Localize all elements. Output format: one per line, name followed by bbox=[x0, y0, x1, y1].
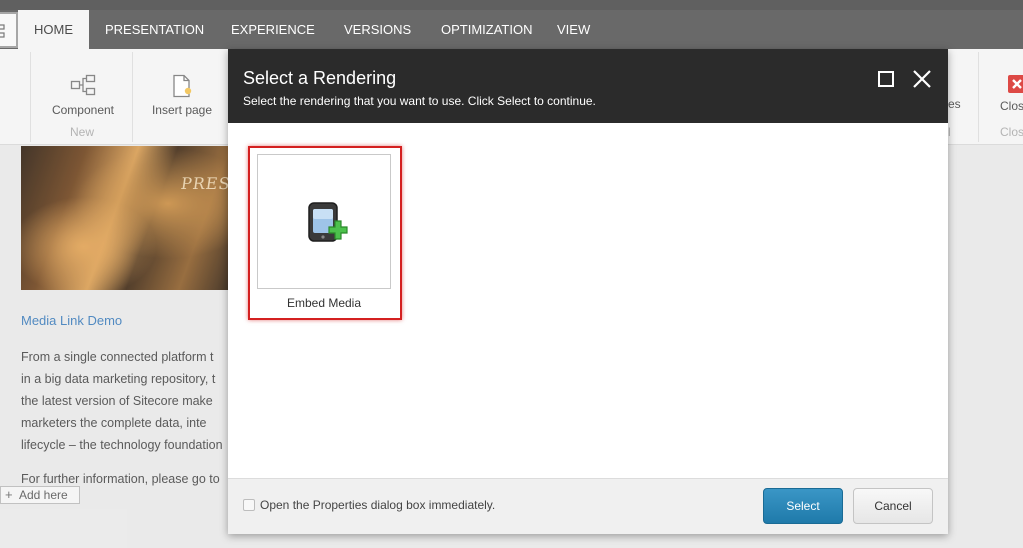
dialog-body: Embed Media bbox=[228, 123, 948, 478]
cancel-button[interactable]: Cancel bbox=[853, 488, 933, 524]
dialog-footer: Open the Properties dialog box immediate… bbox=[228, 478, 948, 534]
open-properties-checkbox[interactable] bbox=[243, 499, 255, 511]
dialog-header: Select a Rendering Select the rendering … bbox=[228, 49, 948, 123]
dialog-subtitle: Select the rendering that you want to us… bbox=[243, 94, 596, 108]
open-properties-label[interactable]: Open the Properties dialog box immediate… bbox=[260, 498, 495, 512]
rendering-tile-embed-media[interactable] bbox=[257, 154, 391, 289]
close-icon[interactable] bbox=[912, 69, 932, 89]
rendering-tile-label: Embed Media bbox=[286, 296, 362, 310]
select-button[interactable]: Select bbox=[763, 488, 843, 524]
embed-media-icon bbox=[308, 202, 348, 242]
maximize-icon[interactable] bbox=[878, 71, 894, 87]
select-rendering-dialog: Select a Rendering Select the rendering … bbox=[228, 49, 948, 534]
dialog-title: Select a Rendering bbox=[243, 68, 397, 88]
